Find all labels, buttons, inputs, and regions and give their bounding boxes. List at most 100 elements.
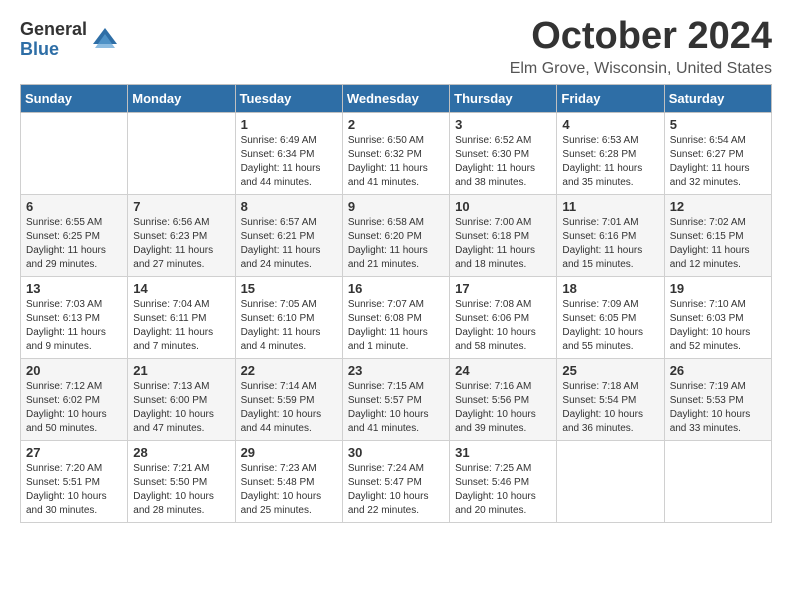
logo-icon: [89, 24, 121, 56]
day-cell: 17Sunrise: 7:08 AM Sunset: 6:06 PM Dayli…: [450, 276, 557, 358]
week-row-5: 27Sunrise: 7:20 AM Sunset: 5:51 PM Dayli…: [21, 440, 772, 522]
day-number: 22: [241, 363, 337, 378]
day-number: 19: [670, 281, 766, 296]
day-info: Sunrise: 7:23 AM Sunset: 5:48 PM Dayligh…: [241, 462, 337, 518]
week-row-1: 1 Sunrise: 6:49 AM Sunset: 6:34 PM Daylig…: [21, 112, 772, 194]
day-cell: 22 Sunrise: 7:14 AM Sunset: 5:59 PM Dayli…: [235, 358, 342, 440]
day-cell: 14 Sunrise: 7:04 AM Sunset: 6:11 PM Dayli…: [128, 276, 235, 358]
day-info: Sunrise: 7:01 AM Sunset: 6:16 PM Dayligh…: [562, 216, 658, 272]
week-row-4: 20 Sunrise: 7:12 AM Sunset: 6:02 PM Dayli…: [21, 358, 772, 440]
logo-general-text: General: [20, 20, 87, 40]
day-number: 8: [241, 199, 337, 214]
day-number: 12: [670, 199, 766, 214]
day-info: Sunrise: 7:09 AM Sunset: 6:05 PM Dayligh…: [562, 298, 658, 354]
day-info: Sunrise: 7:14 AM Sunset: 5:59 PM Dayligh…: [241, 380, 337, 436]
day-number: 31: [455, 445, 551, 460]
day-cell: 7 Sunrise: 6:56 AM Sunset: 6:23 PM Daylig…: [128, 194, 235, 276]
day-cell: 6Sunrise: 6:55 AM Sunset: 6:25 PM Daylig…: [21, 194, 128, 276]
header-day-friday: Friday: [557, 84, 664, 112]
calendar-header: SundayMondayTuesdayWednesdayThursdayFrid…: [21, 84, 772, 112]
logo-blue-text: Blue: [20, 40, 87, 60]
calendar-table: SundayMondayTuesdayWednesdayThursdayFrid…: [20, 84, 772, 523]
day-info: Sunrise: 6:53 AM Sunset: 6:28 PM Dayligh…: [562, 134, 658, 190]
day-number: 28: [133, 445, 229, 460]
day-number: 30: [348, 445, 444, 460]
day-number: 24: [455, 363, 551, 378]
day-cell: 29 Sunrise: 7:23 AM Sunset: 5:48 PM Dayli…: [235, 440, 342, 522]
day-number: 11: [562, 199, 658, 214]
day-info: Sunrise: 7:05 AM Sunset: 6:10 PM Dayligh…: [241, 298, 337, 354]
header-day-tuesday: Tuesday: [235, 84, 342, 112]
day-cell: 4 Sunrise: 6:53 AM Sunset: 6:28 PM Daylig…: [557, 112, 664, 194]
day-number: 25: [562, 363, 658, 378]
day-info: Sunrise: 6:50 AM Sunset: 6:32 PM Dayligh…: [348, 134, 444, 190]
week-row-3: 13 Sunrise: 7:03 AM Sunset: 6:13 PM Dayli…: [21, 276, 772, 358]
day-info: Sunrise: 7:03 AM Sunset: 6:13 PM Dayligh…: [26, 298, 122, 354]
day-number: 4: [562, 117, 658, 132]
day-number: 17: [455, 281, 551, 296]
day-cell: 1 Sunrise: 6:49 AM Sunset: 6:34 PM Daylig…: [235, 112, 342, 194]
day-info: Sunrise: 6:55 AM Sunset: 6:25 PM Dayligh…: [26, 216, 122, 272]
day-info: Sunrise: 7:02 AM Sunset: 6:15 PM Dayligh…: [670, 216, 766, 272]
location: Elm Grove, Wisconsin, United States: [510, 60, 772, 78]
page-header: General Blue October 2024 Elm Grove, Wis…: [20, 16, 772, 78]
day-number: 16: [348, 281, 444, 296]
day-number: 14: [133, 281, 229, 296]
day-number: 21: [133, 363, 229, 378]
day-number: 1: [241, 117, 337, 132]
day-cell: 28 Sunrise: 7:21 AM Sunset: 5:50 PM Dayli…: [128, 440, 235, 522]
day-info: Sunrise: 7:04 AM Sunset: 6:11 PM Dayligh…: [133, 298, 229, 354]
day-number: 7: [133, 199, 229, 214]
title-section: October 2024 Elm Grove, Wisconsin, Unite…: [510, 16, 772, 78]
day-cell: 27Sunrise: 7:20 AM Sunset: 5:51 PM Dayli…: [21, 440, 128, 522]
day-cell: 26 Sunrise: 7:19 AM Sunset: 5:53 PM Dayli…: [664, 358, 771, 440]
day-cell: 15Sunrise: 7:05 AM Sunset: 6:10 PM Dayli…: [235, 276, 342, 358]
day-info: Sunrise: 7:25 AM Sunset: 5:46 PM Dayligh…: [455, 462, 551, 518]
logo: General Blue: [20, 20, 121, 60]
day-info: Sunrise: 7:00 AM Sunset: 6:18 PM Dayligh…: [455, 216, 551, 272]
day-cell: 30 Sunrise: 7:24 AM Sunset: 5:47 PM Dayli…: [342, 440, 449, 522]
day-info: Sunrise: 6:54 AM Sunset: 6:27 PM Dayligh…: [670, 134, 766, 190]
day-info: Sunrise: 6:58 AM Sunset: 6:20 PM Dayligh…: [348, 216, 444, 272]
day-cell: 20 Sunrise: 7:12 AM Sunset: 6:02 PM Dayli…: [21, 358, 128, 440]
day-info: Sunrise: 6:52 AM Sunset: 6:30 PM Dayligh…: [455, 134, 551, 190]
day-info: Sunrise: 7:10 AM Sunset: 6:03 PM Dayligh…: [670, 298, 766, 354]
day-info: Sunrise: 7:16 AM Sunset: 5:56 PM Dayligh…: [455, 380, 551, 436]
day-number: 20: [26, 363, 122, 378]
day-info: Sunrise: 7:15 AM Sunset: 5:57 PM Dayligh…: [348, 380, 444, 436]
header-day-wednesday: Wednesday: [342, 84, 449, 112]
day-info: Sunrise: 7:13 AM Sunset: 6:00 PM Dayligh…: [133, 380, 229, 436]
day-cell: 3 Sunrise: 6:52 AM Sunset: 6:30 PM Daylig…: [450, 112, 557, 194]
day-cell: 18 Sunrise: 7:09 AM Sunset: 6:05 PM Dayli…: [557, 276, 664, 358]
day-cell: [21, 112, 128, 194]
day-number: 3: [455, 117, 551, 132]
day-number: 5: [670, 117, 766, 132]
day-number: 18: [562, 281, 658, 296]
day-number: 26: [670, 363, 766, 378]
day-cell: 10 Sunrise: 7:00 AM Sunset: 6:18 PM Dayli…: [450, 194, 557, 276]
day-cell: [557, 440, 664, 522]
day-info: Sunrise: 7:19 AM Sunset: 5:53 PM Dayligh…: [670, 380, 766, 436]
day-number: 29: [241, 445, 337, 460]
month-title: October 2024: [510, 16, 772, 58]
day-cell: 9 Sunrise: 6:58 AM Sunset: 6:20 PM Daylig…: [342, 194, 449, 276]
day-info: Sunrise: 7:21 AM Sunset: 5:50 PM Dayligh…: [133, 462, 229, 518]
day-cell: 12 Sunrise: 7:02 AM Sunset: 6:15 PM Dayli…: [664, 194, 771, 276]
day-info: Sunrise: 7:24 AM Sunset: 5:47 PM Dayligh…: [348, 462, 444, 518]
day-cell: 25Sunrise: 7:18 AM Sunset: 5:54 PM Dayli…: [557, 358, 664, 440]
day-info: Sunrise: 6:49 AM Sunset: 6:34 PM Dayligh…: [241, 134, 337, 190]
week-row-2: 6Sunrise: 6:55 AM Sunset: 6:25 PM Daylig…: [21, 194, 772, 276]
day-cell: [664, 440, 771, 522]
day-info: Sunrise: 7:12 AM Sunset: 6:02 PM Dayligh…: [26, 380, 122, 436]
day-number: 10: [455, 199, 551, 214]
day-info: Sunrise: 6:56 AM Sunset: 6:23 PM Dayligh…: [133, 216, 229, 272]
day-cell: 2Sunrise: 6:50 AM Sunset: 6:32 PM Daylig…: [342, 112, 449, 194]
header-row: SundayMondayTuesdayWednesdayThursdayFrid…: [21, 84, 772, 112]
day-cell: 21 Sunrise: 7:13 AM Sunset: 6:00 PM Dayli…: [128, 358, 235, 440]
day-cell: 19 Sunrise: 7:10 AM Sunset: 6:03 PM Dayli…: [664, 276, 771, 358]
day-number: 13: [26, 281, 122, 296]
day-number: 9: [348, 199, 444, 214]
day-info: Sunrise: 7:07 AM Sunset: 6:08 PM Dayligh…: [348, 298, 444, 354]
header-day-saturday: Saturday: [664, 84, 771, 112]
day-cell: 11 Sunrise: 7:01 AM Sunset: 6:16 PM Dayli…: [557, 194, 664, 276]
